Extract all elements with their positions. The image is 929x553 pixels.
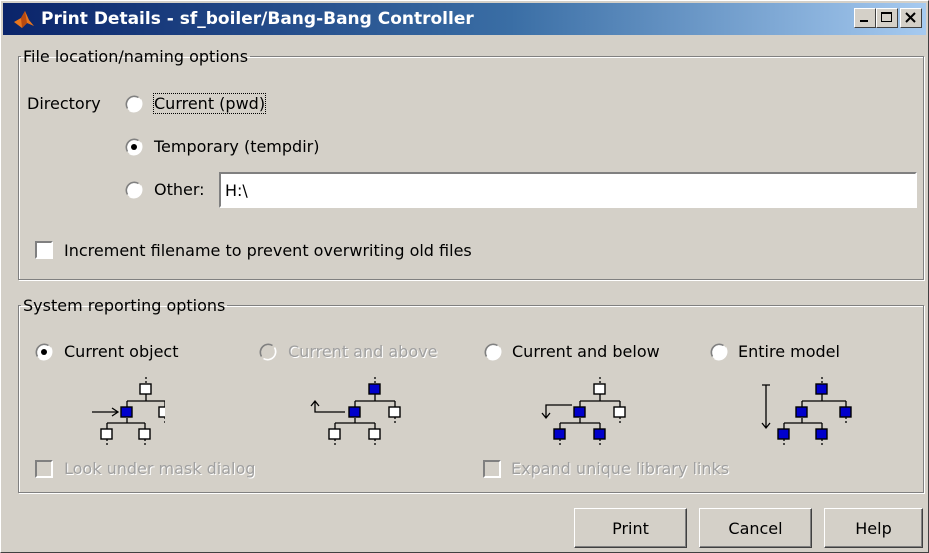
radio-entire-model[interactable] [710,343,728,361]
radio-temporary-tempdir[interactable] [125,138,143,156]
cancel-button[interactable]: Cancel [699,508,812,548]
increment-filename-checkbox[interactable] [35,241,53,259]
radio-entire-model-label[interactable]: Entire model [738,342,840,361]
print-button[interactable]: Print [574,508,687,548]
matlab-logo-icon [13,9,35,33]
file-options-legend: File location/naming options [23,47,249,66]
radio-current-object-label[interactable]: Current object [64,342,178,361]
close-button[interactable] [900,8,922,28]
minimize-button[interactable] [854,8,876,28]
radio-current-and-below-label[interactable]: Current and below [512,342,660,361]
title-bar[interactable]: Print Details - sf_boiler/Bang-Bang Cont… [3,3,926,35]
directory-label: Directory [27,94,101,113]
radio-current-and-below[interactable] [484,343,502,361]
look-under-mask-checkbox[interactable] [35,460,53,478]
window-title: Print Details - sf_boiler/Bang-Bang Cont… [41,9,474,29]
look-under-mask-label[interactable]: Look under mask dialog [64,459,255,478]
help-button[interactable]: Help [824,508,923,548]
radio-other[interactable] [125,181,143,199]
maximize-button[interactable] [876,8,898,28]
print-details-dialog: Print Details - sf_boiler/Bang-Bang Cont… [0,0,929,553]
radio-current-and-above[interactable] [259,343,277,361]
hierarchy-current-and-above-icon [310,377,401,445]
increment-filename-label[interactable]: Increment filename to prevent overwritin… [64,241,472,260]
other-directory-input[interactable] [219,172,917,208]
radio-current-pwd-label[interactable]: Current (pwd) [152,93,267,114]
radio-temporary-tempdir-label[interactable]: Temporary (tempdir) [154,137,319,156]
hierarchy-current-and-below-icon [541,377,626,445]
radio-current-pwd[interactable] [125,95,143,113]
maximize-icon [881,12,892,22]
hierarchy-current-object-icon [92,377,165,445]
expand-library-links-checkbox[interactable] [483,460,501,478]
radio-current-object[interactable] [35,343,53,361]
radio-current-and-above-label[interactable]: Current and above [288,342,437,361]
expand-library-links-label[interactable]: Expand unique library links [511,459,729,478]
radio-other-label[interactable]: Other: [154,180,205,199]
minimize-icon [860,20,868,22]
hierarchy-entire-model-icon [761,377,852,445]
close-icon [905,12,916,23]
system-options-legend: System reporting options [23,296,226,315]
